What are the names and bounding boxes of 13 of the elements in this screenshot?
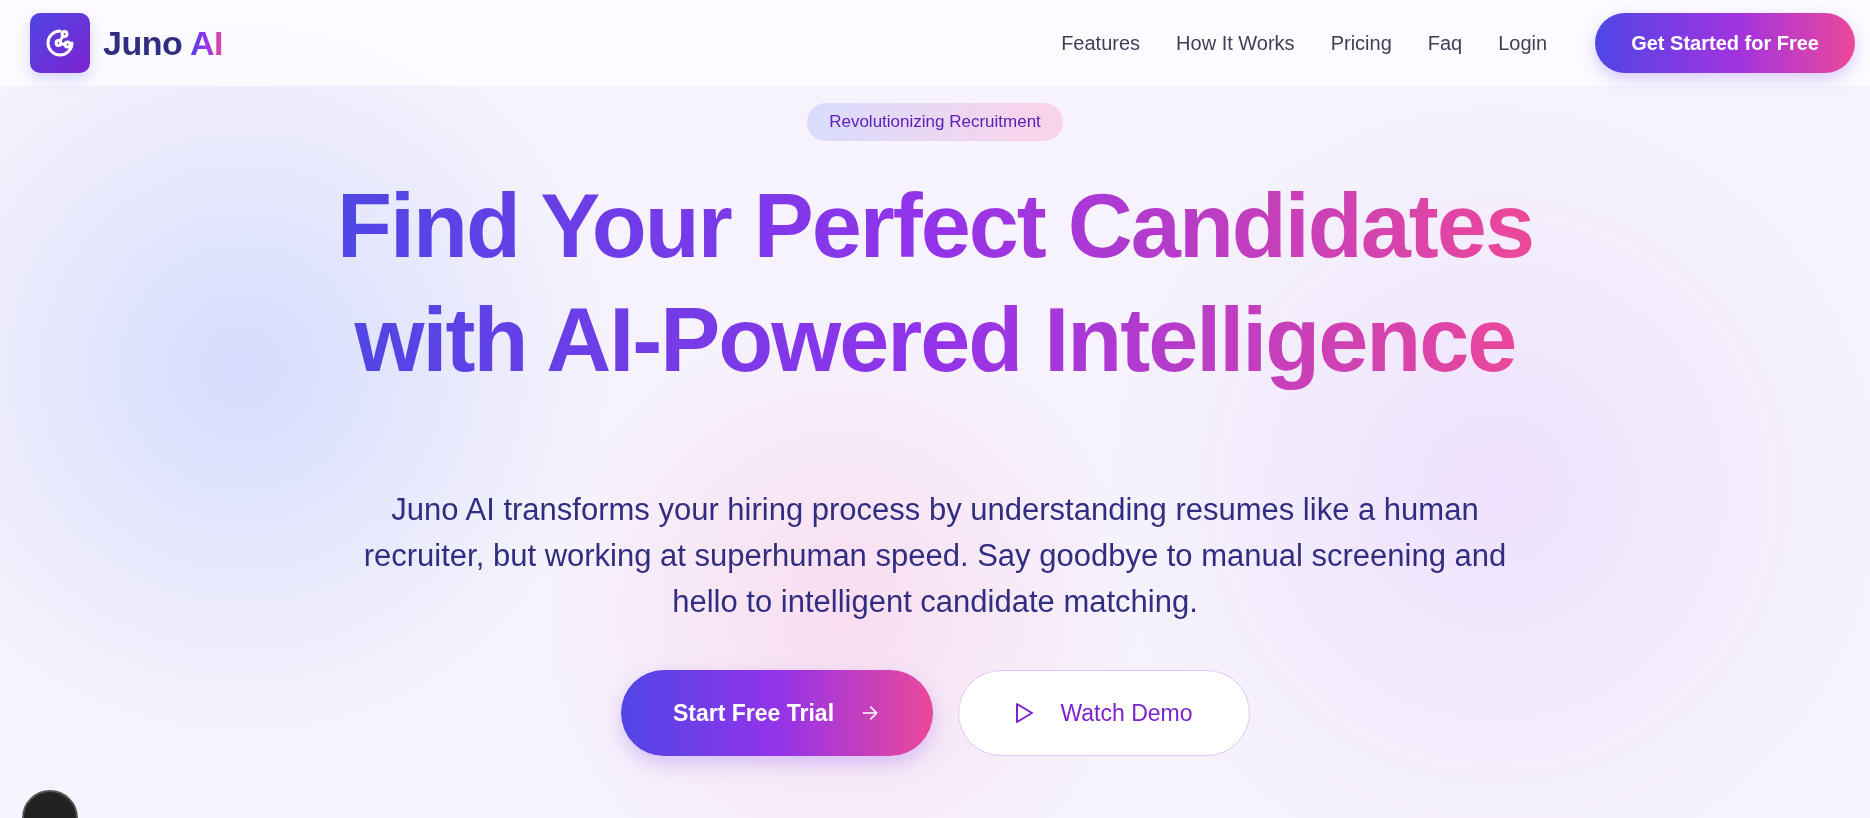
get-started-button[interactable]: Get Started for Free	[1595, 13, 1855, 73]
logo[interactable]	[30, 13, 90, 73]
play-icon	[1014, 702, 1035, 724]
start-trial-button[interactable]: Start Free Trial	[620, 670, 933, 756]
hero-description: Juno AI transforms your hiring process by understanding resumes like a human recruiter, but working at superhuman speed. Say goodbye to manual screening and hello to intelligent candidate matching.	[362, 491, 1508, 621]
hero-badge: Revolutionizing Recruitment	[807, 103, 1063, 141]
nav-link[interactable]: Features	[1061, 31, 1141, 55]
watch-demo-button[interactable]: Watch Demo	[957, 670, 1250, 756]
nav-link[interactable]: How It Works	[1176, 31, 1295, 55]
nav-link[interactable]: Pricing	[1330, 31, 1392, 55]
nav-link[interactable]: Faq	[1427, 31, 1463, 55]
brand-name: Juno AI	[103, 23, 223, 63]
nav-link[interactable]: Login	[1498, 31, 1548, 55]
